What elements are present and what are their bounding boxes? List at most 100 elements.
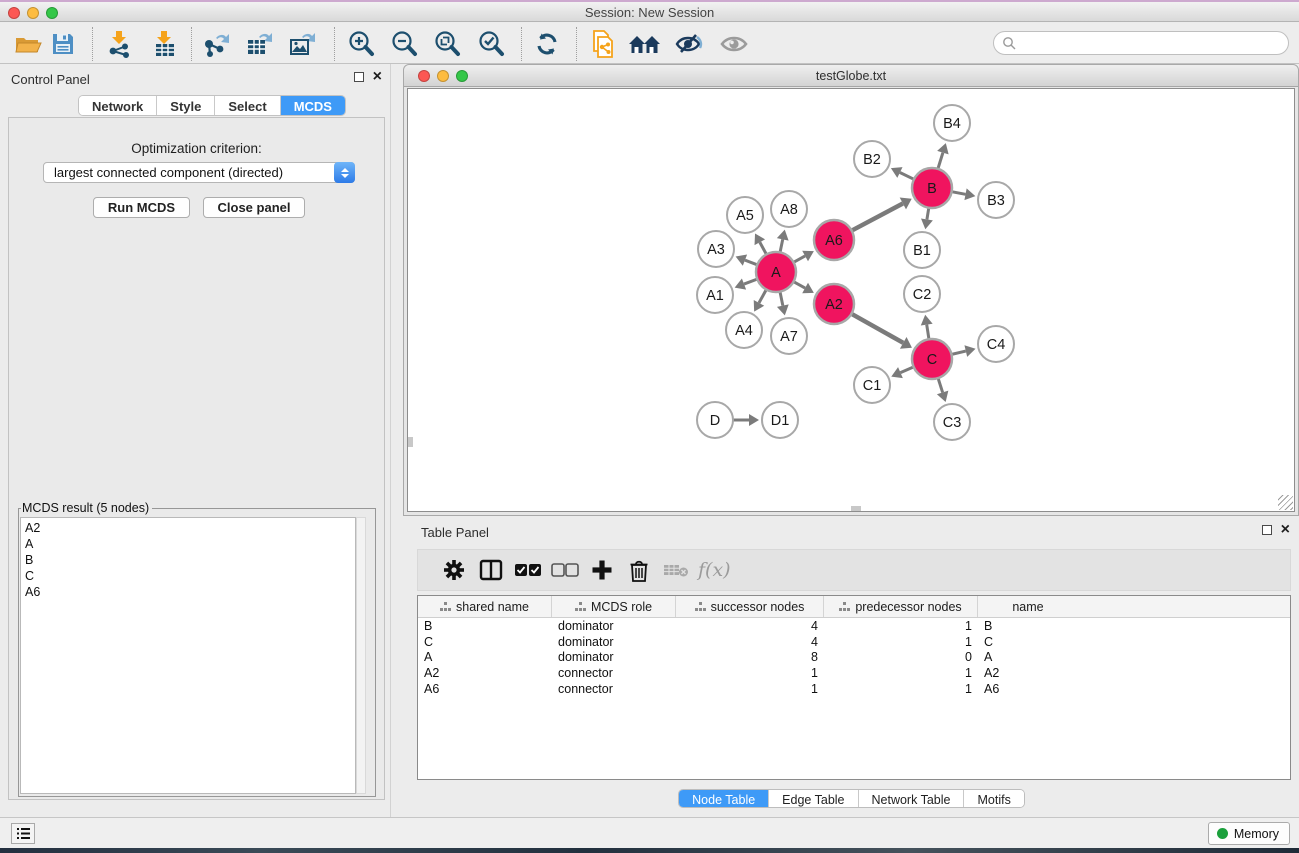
show-all-button[interactable] [717, 28, 751, 60]
graph-node-label: C3 [943, 415, 962, 431]
tab-network[interactable]: Network [79, 96, 157, 115]
graph-node-label: A4 [735, 323, 753, 339]
graph-node-label: C2 [913, 287, 932, 303]
control-panel-title: Control Panel [11, 72, 90, 87]
show-column-panel-button[interactable] [472, 555, 509, 585]
column-type-icon [575, 602, 586, 612]
optimization-criterion-label: Optimization criterion: [9, 141, 384, 156]
graph-node-label: A5 [736, 208, 754, 224]
zoom-selected-button[interactable] [474, 28, 508, 60]
duplicate-network-button[interactable] [586, 28, 620, 60]
column-header-name[interactable]: name [978, 596, 1078, 617]
table-row[interactable]: A6connector 11 A6 [418, 681, 1290, 697]
close-panel-button[interactable]: Close panel [203, 197, 305, 218]
table-settings-button[interactable] [435, 555, 472, 585]
node-table-header: shared name MCDS role successor nodes pr… [418, 596, 1290, 618]
criterion-dropdown-value: largest connected component (directed) [44, 165, 334, 180]
float-panel-icon[interactable] [354, 72, 364, 82]
zoom-out-button[interactable] [387, 28, 421, 60]
zoom-in-button[interactable] [344, 28, 378, 60]
run-mcds-button[interactable]: Run MCDS [93, 197, 190, 218]
export-network-icon [202, 30, 232, 58]
mcds-result-item[interactable]: A6 [25, 584, 355, 600]
delete-table-icon [663, 562, 689, 578]
close-table-panel-icon[interactable]: × [1281, 525, 1290, 535]
graph-node-label: D1 [771, 413, 790, 429]
mcds-result-item[interactable]: A [25, 536, 355, 552]
criterion-dropdown[interactable]: largest connected component (directed) [43, 162, 355, 183]
window-resize-grip[interactable] [1278, 495, 1293, 510]
control-panel: Control Panel × Network Style Select MCD… [0, 64, 391, 817]
network-canvas[interactable]: B4B2BB3B1A5A8A6A3AA1A2C2A4A7CC4C1C3DD1 [407, 88, 1295, 512]
float-table-panel-icon[interactable] [1262, 525, 1272, 535]
network-window-title: testGlobe.txt [404, 69, 1298, 83]
graph-arrowhead [964, 188, 975, 200]
create-column-button[interactable] [583, 555, 620, 585]
tab-mcds[interactable]: MCDS [281, 96, 345, 115]
mcds-result-list[interactable]: A2 A B C A6 [20, 517, 356, 794]
graph-node-label: B1 [913, 243, 931, 259]
export-network-button[interactable] [200, 28, 234, 60]
close-panel-icon[interactable]: × [373, 72, 382, 82]
unchecked-checkboxes-icon [551, 563, 579, 577]
network-window-titlebar[interactable]: testGlobe.txt [404, 65, 1298, 87]
refresh-button[interactable] [530, 28, 564, 60]
tab-motifs[interactable]: Motifs [964, 790, 1023, 807]
memory-button[interactable]: Memory [1208, 822, 1290, 845]
tab-edge-table[interactable]: Edge Table [769, 790, 858, 807]
tab-network-table[interactable]: Network Table [859, 790, 965, 807]
export-image-icon [288, 30, 318, 58]
save-icon [51, 32, 75, 56]
tab-style[interactable]: Style [157, 96, 215, 115]
delete-column-button[interactable] [620, 555, 657, 585]
refresh-icon [533, 30, 561, 58]
graph-edge-A2-C [850, 313, 904, 343]
save-session-button[interactable] [46, 28, 80, 60]
zoom-fit-button[interactable] [430, 28, 464, 60]
column-header-shared-name[interactable]: shared name [418, 596, 552, 617]
hide-selected-button[interactable] [672, 28, 706, 60]
network-graph: B4B2BB3B1A5A8A6A3AA1A2C2A4A7CC4C1C3DD1 [408, 89, 1296, 515]
mcds-result-item[interactable]: B [25, 552, 355, 568]
select-all-columns-button[interactable] [509, 555, 546, 585]
export-table-button[interactable] [243, 28, 277, 60]
home-button[interactable] [628, 28, 662, 60]
open-file-button[interactable] [11, 28, 45, 60]
column-header-successor-nodes[interactable]: successor nodes [676, 596, 824, 617]
desktop-wallpaper-strip [0, 848, 1299, 853]
table-row[interactable]: Bdominator 41 B [418, 618, 1290, 634]
mcds-result-title: MCDS result (5 nodes) [21, 501, 152, 515]
column-header-predecessor-nodes[interactable]: predecessor nodes [824, 596, 978, 617]
search-input[interactable] [1020, 34, 1288, 52]
mcds-result-item[interactable]: A2 [25, 520, 355, 536]
control-panel-tabs: Network Style Select MCDS [78, 95, 346, 116]
unselect-all-columns-button[interactable] [546, 555, 583, 585]
import-network-button[interactable] [103, 28, 137, 60]
canvas-scroll-mark [408, 437, 413, 447]
graph-node-label: B2 [863, 152, 881, 168]
tab-select[interactable]: Select [215, 96, 280, 115]
function-builder-button[interactable]: f(x) [698, 559, 731, 581]
show-panels-button[interactable] [11, 823, 35, 844]
mcds-result-item[interactable]: C [25, 568, 355, 584]
mcds-result-box: MCDS result (5 nodes) A2 A B C A6 [18, 501, 376, 797]
table-row[interactable]: A2connector 11 A2 [418, 665, 1290, 681]
table-row[interactable]: Cdominator 41 C [418, 634, 1290, 650]
search-field[interactable] [993, 31, 1289, 55]
table-row[interactable]: Adominator 80 A [418, 650, 1290, 666]
main-toolbar [0, 23, 1299, 64]
mcds-list-scrollbar[interactable] [356, 517, 366, 794]
import-table-button[interactable] [148, 28, 182, 60]
toolbar-separator [521, 27, 522, 61]
column-header-mcds-role[interactable]: MCDS role [552, 596, 676, 617]
eye-slash-icon [674, 32, 704, 56]
export-image-button[interactable] [286, 28, 320, 60]
graph-arrowhead [777, 230, 789, 241]
column-type-icon [695, 602, 706, 612]
tab-node-table[interactable]: Node Table [679, 790, 769, 807]
delete-table-button[interactable] [657, 555, 694, 585]
graph-node-label: B3 [987, 193, 1005, 209]
trash-icon [629, 559, 649, 582]
network-view-window: testGlobe.txt B4B2BB3B1A5A8A6A3AA1A2C2A4… [403, 64, 1299, 516]
node-table-rows: Bdominator 41 B Cdominator 41 C Adominat… [418, 618, 1290, 697]
